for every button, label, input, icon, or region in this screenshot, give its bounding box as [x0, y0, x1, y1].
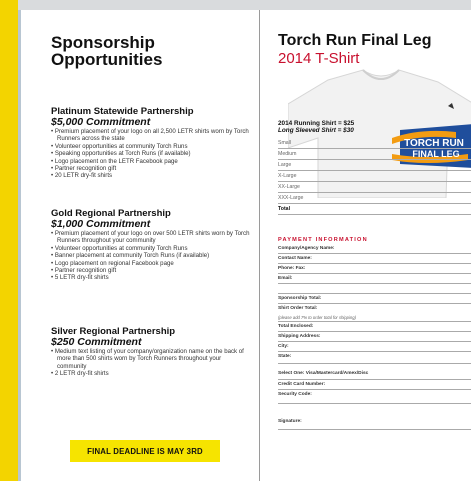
gold-amount: $1,000 Commitment [51, 218, 151, 230]
order-subtitle: 2014 T-Shirt [278, 50, 360, 67]
size-total-row[interactable]: Total [278, 204, 471, 215]
platinum-section: Platinum Statewide Partnership $5,000 Co… [51, 106, 251, 180]
size-row[interactable]: XXX-Large [278, 193, 471, 204]
running-shirt-price: 2014 Running Shirt = $25 [278, 120, 355, 127]
size-row[interactable]: Small [278, 138, 471, 149]
silver-benefits: Medium text listing of your company/orga… [51, 348, 251, 378]
contact-field[interactable]: Contact Name: [278, 254, 471, 264]
sponsorship-total-field[interactable]: Sponsorship Total: [278, 294, 471, 304]
deadline-banner: FINAL DEADLINE IS MAY 3RD [70, 440, 220, 462]
state-field[interactable]: State: [278, 352, 471, 364]
order-form-column: Torch Run Final Leg 2014 T-Shirt TORCH R… [260, 10, 471, 481]
benefit-item: Speaking opportunities at Torch Runs (if… [51, 150, 251, 157]
size-row[interactable]: Large [278, 160, 471, 171]
benefit-item: Medium text listing of your company/orga… [51, 348, 251, 370]
platinum-amount: $5,000 Commitment [51, 116, 151, 128]
benefit-item: Partner recognition gift [51, 267, 251, 274]
benefit-item: 2 LETR dry-fit shirts [51, 370, 251, 377]
shipping-address-field[interactable]: Shipping Address: [278, 332, 471, 342]
flyer-sheet: Sponsorship Opportunities Platinum State… [18, 0, 471, 481]
shirt-order-total-field[interactable]: Shirt Order Total: [278, 304, 471, 314]
company-field[interactable]: Company/Agency Name: [278, 244, 471, 254]
benefit-item: Partner recognition gift [51, 165, 251, 172]
gold-section: Gold Regional Partnership $1,000 Commitm… [51, 208, 251, 282]
yellow-edge-strip [0, 0, 18, 481]
shipping-note: (please add 7% to order total for shippi… [278, 314, 471, 322]
size-table: Small Medium Large X-Large XX-Large XXX-… [278, 138, 471, 215]
gold-benefits: Premium placement of your logo on over 5… [51, 230, 251, 282]
payment-form: Company/Agency Name: Contact Name: Phone… [278, 244, 471, 430]
security-code-field[interactable]: Security Code: [278, 390, 471, 404]
payment-header: PAYMENT INFORMATION [278, 237, 368, 243]
page-background: Sponsorship Opportunities Platinum State… [0, 0, 471, 481]
platinum-benefits: Premium placement of your logo on all 2,… [51, 128, 251, 180]
blank-field[interactable] [278, 284, 471, 294]
card-type-field[interactable]: Select One: Visa/Mastercard/Amex/Disc [278, 364, 471, 380]
benefit-item: 5 LETR dry-fit shirts [51, 274, 251, 281]
benefit-item: Volunteer opportunities at community Tor… [51, 245, 251, 252]
card-number-field[interactable]: Credit Card Number: [278, 380, 471, 390]
city-field[interactable]: City: [278, 342, 471, 352]
sponsorship-title: Sponsorship Opportunities [51, 33, 163, 69]
benefit-item: Premium placement of your logo on all 2,… [51, 128, 251, 143]
benefit-item: Banner placement at community Torch Runs… [51, 252, 251, 259]
signature-field[interactable]: Signature: [278, 404, 471, 430]
price-list: 2014 Running Shirt = $25 Long Sleeved Sh… [278, 120, 354, 134]
silver-amount: $250 Commitment [51, 336, 142, 348]
size-row[interactable]: Medium [278, 149, 471, 160]
silver-section: Silver Regional Partnership $250 Commitm… [51, 326, 251, 378]
benefit-item: Volunteer opportunities at community Tor… [51, 143, 251, 150]
size-row[interactable]: X-Large [278, 171, 471, 182]
benefit-item: Logo placement on the LETR Facebook page [51, 158, 251, 165]
email-field[interactable]: Email: [278, 274, 471, 284]
benefit-item: Logo placement on regional Facebook page [51, 260, 251, 267]
benefit-item: 20 LETR dry-fit shirts [51, 172, 251, 179]
total-enclosed-field[interactable]: Total Enclosed: [278, 322, 471, 332]
phone-fax-field[interactable]: Phone: Fax: [278, 264, 471, 274]
sponsorship-column: Sponsorship Opportunities Platinum State… [21, 10, 260, 481]
size-row[interactable]: XX-Large [278, 182, 471, 193]
benefit-item: Premium placement of your logo on over 5… [51, 230, 251, 245]
long-sleeve-price: Long Sleeved Shirt = $30 [278, 127, 354, 134]
order-title: Torch Run Final Leg [278, 32, 432, 49]
